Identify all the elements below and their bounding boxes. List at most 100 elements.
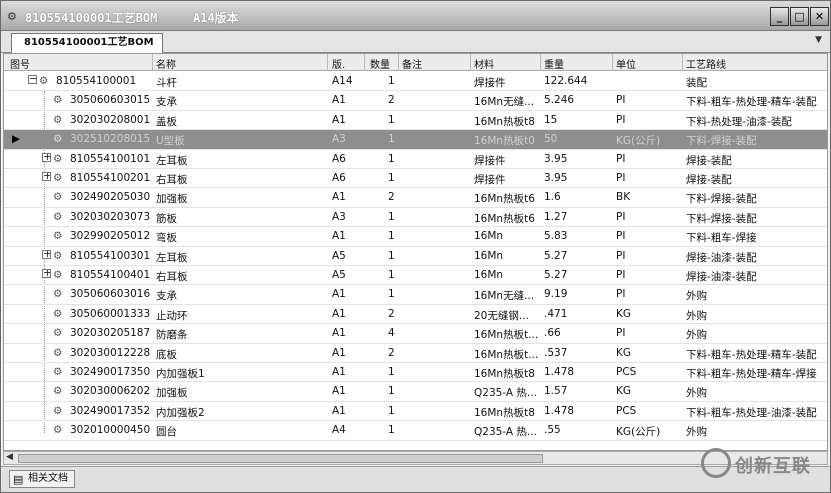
cell-code: 810554100001 [56, 75, 137, 87]
col-header-qty[interactable]: 数量 [370, 56, 390, 71]
col-header-code[interactable]: 图号 [10, 56, 30, 71]
cell-qty: 1 [388, 404, 395, 417]
title-bar[interactable]: ⚙ 810554100001工艺BOM A14版本 _ □ ✕ [1, 1, 830, 31]
cell-weight: 5.27 [544, 249, 568, 262]
window-title: 810554100001工艺BOM [25, 11, 158, 25]
cell-version: A1 [332, 191, 346, 204]
cell-name: 左耳板 [156, 251, 188, 264]
cell-weight: 5.27 [544, 269, 568, 281]
expand-icon[interactable]: + [42, 249, 51, 259]
scroll-left-icon[interactable]: ◀ [6, 452, 13, 462]
table-row[interactable]: ⚙ 305060603015 支承 A1 2 16Mn无缝... 5.246 PI 下料-粗车-… [4, 91, 827, 111]
col-header-note[interactable]: 备注 [402, 56, 422, 71]
cell-version: A6 [332, 152, 346, 165]
collapse-icon[interactable]: − [28, 75, 37, 84]
close-button[interactable]: ✕ [810, 7, 829, 26]
table-row[interactable]: ⚙ 305060603016 支承 A1 1 16Mn无缝... 9.19 PI 外购 [4, 285, 827, 305]
cell-code: 302490017350 [70, 366, 151, 378]
maximize-button[interactable]: □ [790, 7, 809, 26]
col-header-material[interactable]: 材料 [474, 56, 494, 71]
cell-material: 16Mn热板t8 [474, 368, 535, 380]
table-row[interactable]: ⚙ 302030006202 加强板 A1 1 Q235-A 热... 1.57 KG 外购 [4, 382, 827, 402]
cell-name: 支承 [156, 96, 177, 109]
cell-version: A3 [332, 133, 346, 146]
expand-icon[interactable]: + [42, 269, 51, 278]
cell-version: A1 [332, 307, 346, 320]
tab-dropdown-icon[interactable]: ▼ [815, 35, 822, 45]
cell-code: 305060001333 [70, 307, 151, 320]
bom-grid: 图号 名称 版. 数量 备注 材料 重量 单位 工艺路线 − ⚙ 810554100… [3, 53, 828, 451]
cell-code: 810554100101 [70, 152, 151, 165]
tab-strip: 810554100001工艺BOM ▼ [1, 31, 830, 53]
part-gear-icon: ⚙ [53, 152, 63, 165]
app-icon: ⚙ [7, 10, 17, 23]
scroll-thumb[interactable] [18, 454, 543, 463]
cell-code: 305060603016 [70, 288, 151, 301]
col-header-route[interactable]: 工艺路线 [686, 56, 726, 71]
cell-route: 焊接-装配 [686, 174, 732, 186]
expand-icon[interactable]: + [42, 172, 51, 181]
main-window: ⚙ 810554100001工艺BOM A14版本 _ □ ✕ 81055410… [0, 0, 831, 493]
cell-material: Q235-A 热... [474, 387, 537, 400]
cell-material: 16Mn热板t6 [474, 193, 535, 206]
minimize-button[interactable]: _ [770, 7, 789, 26]
table-row[interactable]: ⚙ 302490205030 加强板 A1 2 16Mn热板t6 1.6 BK 下料-焊接-装配 [4, 188, 827, 208]
col-header-weight[interactable]: 重量 [544, 56, 564, 71]
table-row[interactable]: ⚙ 302030205187 防磨条 A1 4 16Mn热板t... .66 PI 外购 [4, 324, 827, 344]
cell-qty: 1 [388, 249, 395, 262]
cell-unit: PI [616, 210, 626, 223]
tab-bom[interactable]: 810554100001工艺BOM [11, 33, 163, 53]
part-gear-icon: ⚙ [53, 94, 63, 107]
table-row[interactable]: − ⚙ 810554100001 斗杆 A14 1 焊接件 122.644 装配 [4, 72, 827, 92]
maximize-icon: □ [794, 10, 805, 23]
cell-material: 20无缝钢... [474, 309, 529, 322]
cell-unit: KG(公斤) [616, 135, 661, 148]
cell-code: 302490017352 [70, 404, 151, 417]
table-row[interactable]: ⚙ 302490017350 内加强板1 A1 1 16Mn热板t8 1.478 PCS 下料-… [4, 363, 827, 383]
col-header-unit[interactable]: 单位 [616, 56, 636, 71]
part-gear-icon: ⚙ [53, 249, 63, 262]
table-row[interactable]: ▶ ⚙ 302510208015 U型板 A3 1 16Mn热板t0 50 KG(公斤) 下料-焊… [4, 130, 827, 150]
cell-version: A1 [332, 288, 346, 301]
expand-icon[interactable]: + [42, 152, 51, 162]
table-row[interactable]: + ⚙ 810554100401 右耳板 A5 1 16Mn 5.27 PI 焊接-油漆-装配 [4, 266, 827, 286]
cell-weight: 1.27 [544, 210, 568, 223]
cell-material: 16Mn热板t8 [474, 406, 535, 419]
logo-text: 创新互联 [735, 456, 811, 477]
cell-unit: BK [616, 191, 631, 204]
cell-unit: PI [616, 94, 626, 107]
part-gear-icon: ⚙ [53, 113, 63, 126]
table-row[interactable]: + ⚙ 810554100301 左耳板 A5 1 16Mn 5.27 PI 焊接-油漆-装配 [4, 247, 827, 266]
table-row[interactable]: ⚙ 302030203073 筋板 A3 1 16Mn热板t6 1.27 PI 下料-焊接-装配 [4, 208, 827, 228]
cell-qty: 1 [388, 152, 395, 165]
cell-weight: 5.246 [544, 94, 575, 107]
table-row[interactable]: ⚙ 302490017352 内加强板2 A1 1 16Mn热板t8 1.478 PCS 下料-… [4, 402, 827, 422]
table-row[interactable]: ⚙ 305060001333 止动环 A1 2 20无缝钢... .471 KG 外购 [4, 305, 827, 325]
table-row[interactable]: ⚙ 302030208001 盖板 A1 1 16Mn热板t8 15 PI 下料-热处理-油漆-… [4, 111, 827, 131]
cell-name: 弯板 [156, 232, 177, 245]
cell-qty: 4 [388, 327, 395, 340]
cell-weight: 15 [544, 113, 558, 126]
cell-unit: PI [616, 288, 626, 301]
related-docs-tab[interactable]: ▤ 相关文档 [9, 470, 75, 488]
cell-weight: 1.57 [544, 385, 568, 398]
table-row[interactable]: ⚙ 302030012228 底板 A1 2 16Mn热板t... .537 KG 下料-粗车-… [4, 344, 827, 363]
cell-qty: 1 [388, 424, 395, 437]
part-gear-icon: ⚙ [53, 366, 63, 378]
part-gear-icon: ⚙ [53, 385, 63, 398]
cell-route: 下料-热处理-油漆-装配 [686, 115, 792, 128]
table-row[interactable]: ⚙ 302010000450 圆台 A4 1 Q235-A 热... .55 KG(公斤) 外购 [4, 421, 827, 441]
part-gear-icon: ⚙ [53, 191, 63, 204]
cell-weight: 3.95 [544, 152, 568, 165]
col-header-name[interactable]: 名称 [156, 56, 176, 71]
table-row[interactable]: ⚙ 302990205012 弯板 A1 1 16Mn 5.83 PI 下料-粗车-焊接 [4, 227, 827, 247]
cell-weight: 122.644 [544, 75, 588, 87]
cell-version: A1 [332, 366, 346, 378]
cell-qty: 1 [388, 113, 395, 126]
cell-weight: 3.95 [544, 172, 568, 184]
cell-name: 斗杆 [156, 77, 177, 89]
cell-material: 焊接件 [474, 77, 506, 89]
table-row[interactable]: + ⚙ 810554100101 左耳板 A6 1 焊接件 3.95 PI 焊接-装配 [4, 150, 827, 169]
table-row[interactable]: + ⚙ 810554100201 右耳板 A6 1 焊接件 3.95 PI 焊接-装配 [4, 169, 827, 189]
col-header-version[interactable]: 版. [332, 56, 345, 71]
